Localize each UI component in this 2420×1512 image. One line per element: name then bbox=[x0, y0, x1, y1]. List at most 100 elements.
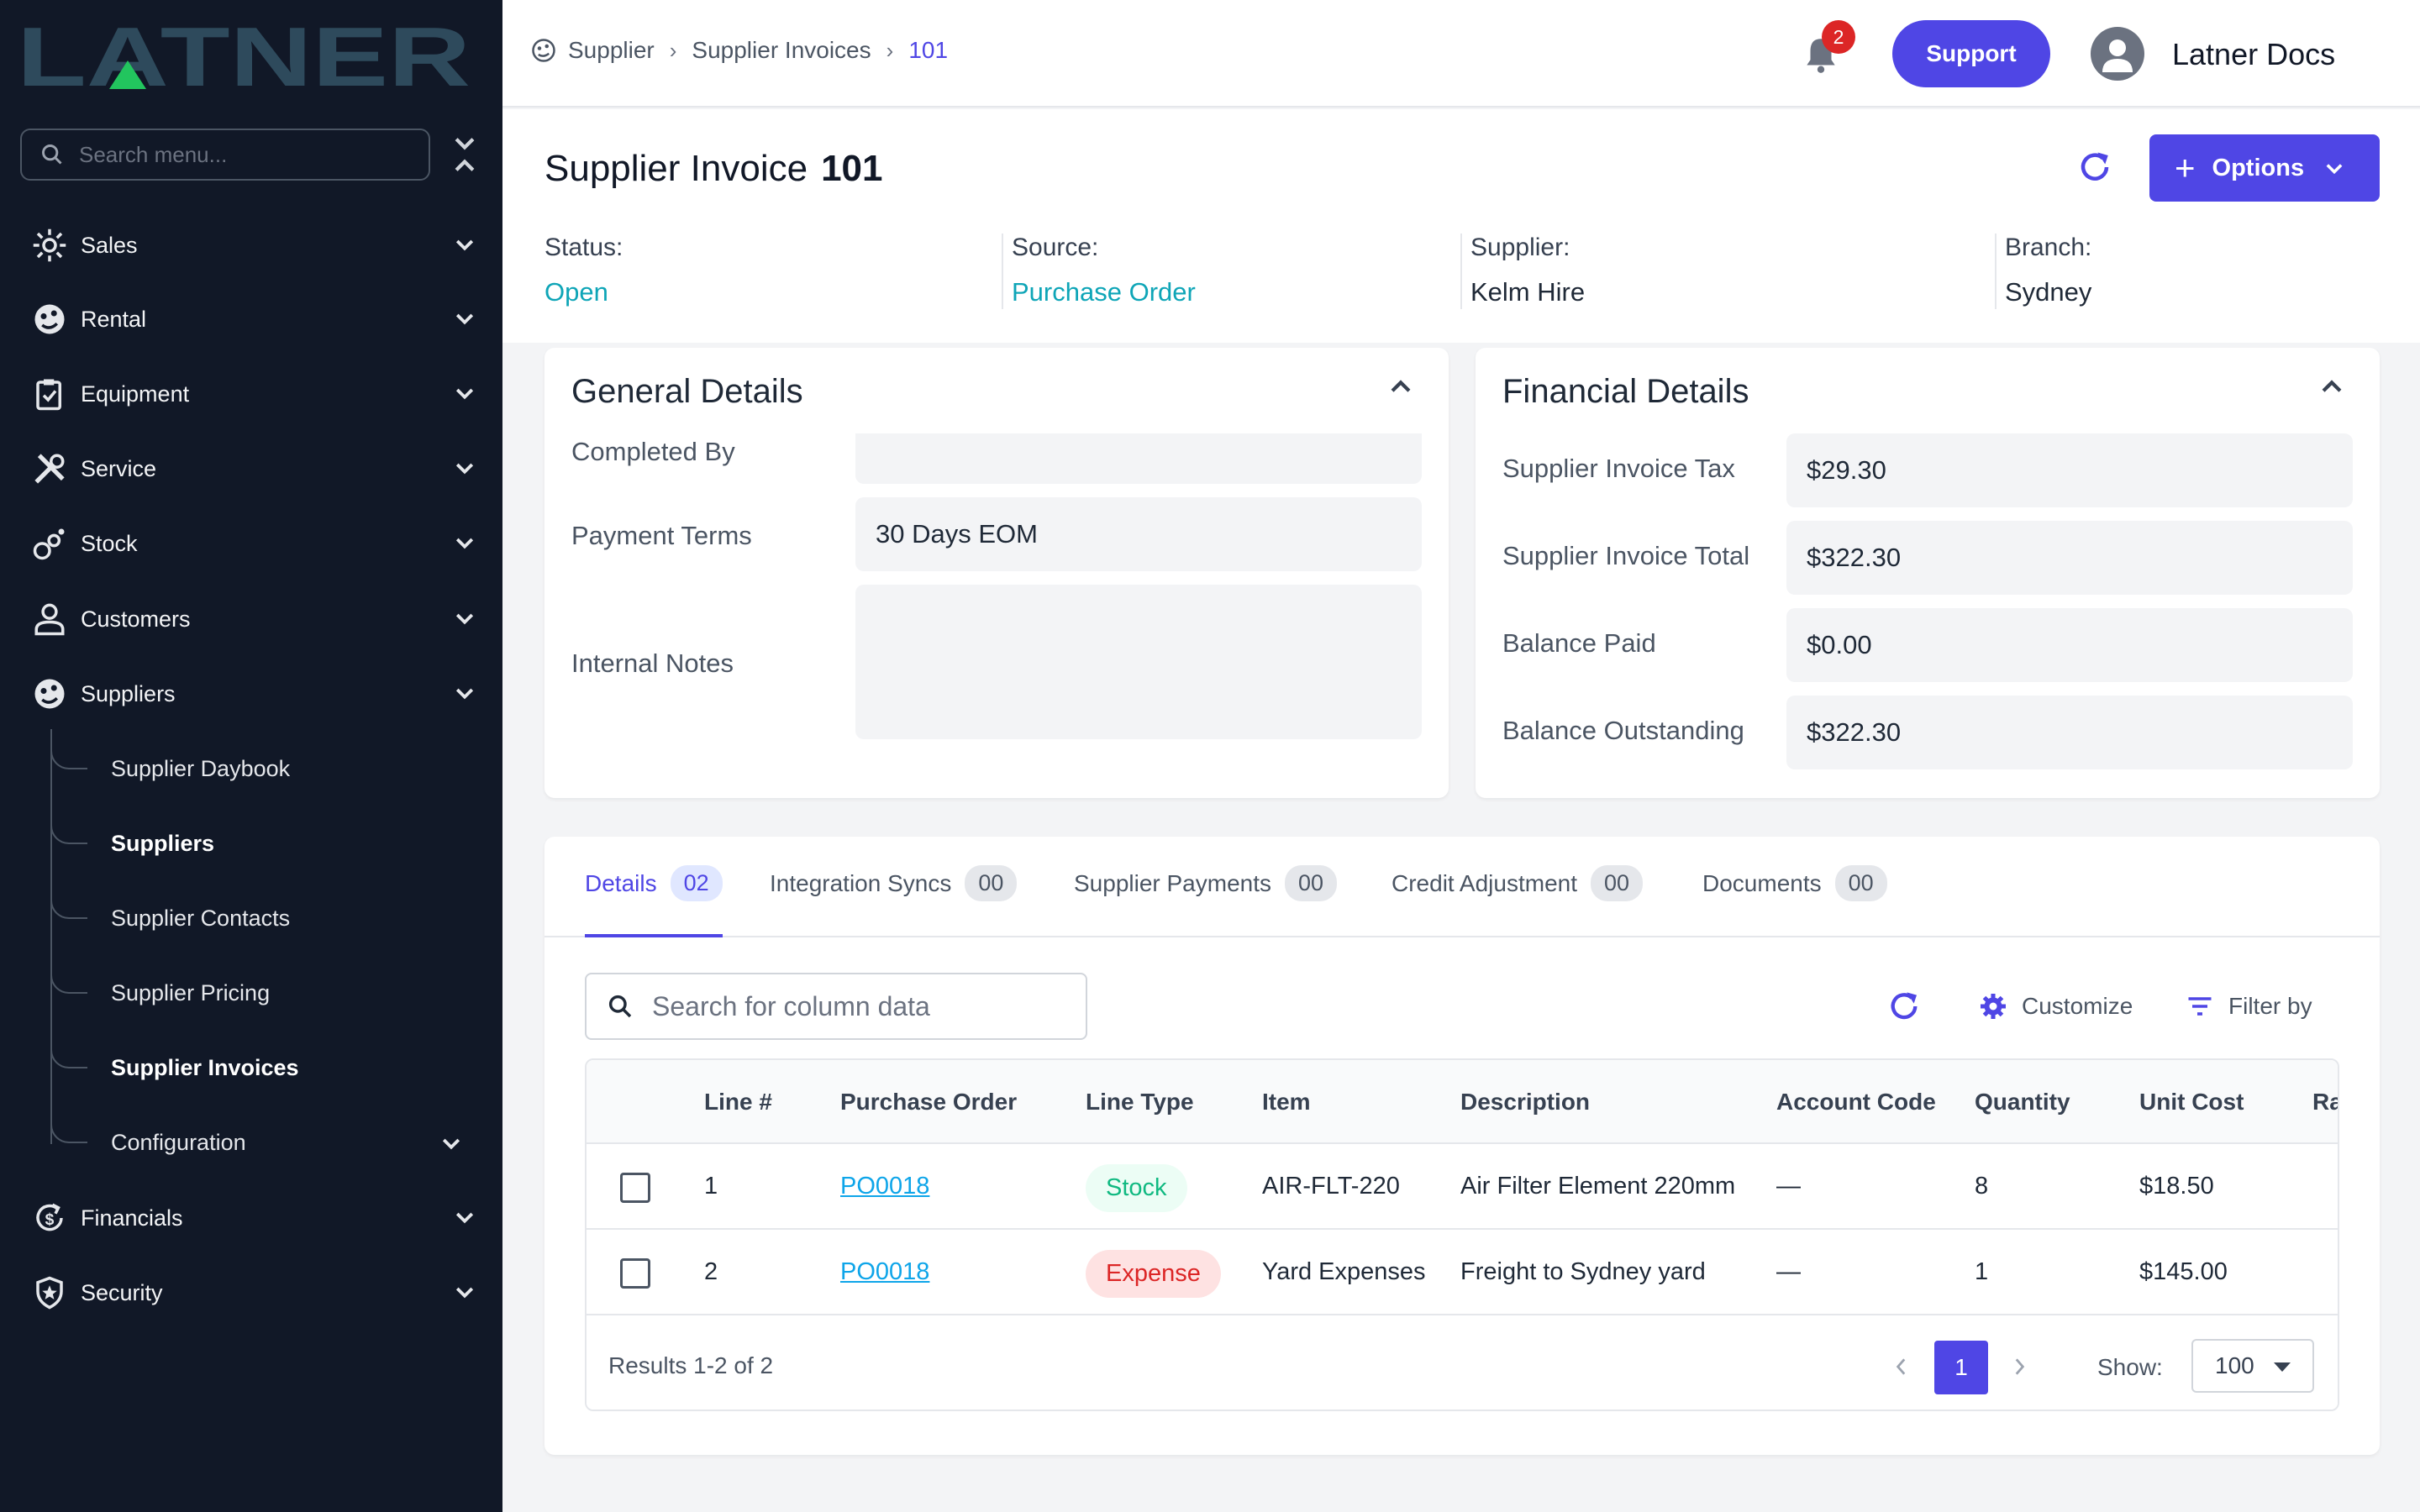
sidebar-item-label: Service bbox=[81, 455, 157, 481]
chevron-down-icon bbox=[455, 1287, 474, 1299]
tab-integration-syncs[interactable]: Integration Syncs 00 bbox=[770, 865, 1018, 937]
purchase-order-link[interactable]: PO0018 bbox=[840, 1258, 929, 1285]
source-field: Source: Purchase Order bbox=[1002, 234, 1196, 309]
customize-button[interactable]: Customize bbox=[1978, 990, 2133, 1023]
sidebar-item-service[interactable]: Service bbox=[0, 435, 502, 502]
sidebar-item-security[interactable]: Security bbox=[0, 1259, 502, 1326]
status-value: Open bbox=[544, 277, 608, 307]
page-button[interactable]: 1 bbox=[1934, 1341, 1988, 1394]
column-header[interactable]: Account Code bbox=[1776, 1089, 1936, 1116]
refresh-icon[interactable] bbox=[1887, 990, 1921, 1023]
support-button[interactable]: Support bbox=[1892, 20, 2050, 87]
sidebar-subitem-supplier-daybook[interactable]: Supplier Daybook bbox=[50, 736, 487, 803]
filter-button[interactable]: Filter by bbox=[2185, 990, 2312, 1023]
chevron-up-icon[interactable] bbox=[2317, 373, 2346, 402]
tab-details[interactable]: Details 02 bbox=[585, 865, 723, 937]
filter-icon bbox=[2188, 997, 2212, 1016]
internal-notes-field[interactable] bbox=[855, 585, 1422, 739]
sidebar-item-label: Sales bbox=[81, 232, 138, 258]
row-checkbox[interactable] bbox=[620, 1173, 650, 1203]
supplier-icon bbox=[532, 39, 555, 62]
sidebar-item-rental[interactable]: Rental bbox=[0, 286, 502, 353]
chevron-down-icon bbox=[455, 313, 474, 325]
table-search-input[interactable] bbox=[652, 990, 1072, 1022]
balance-paid-field[interactable]: $0.00 bbox=[1786, 608, 2353, 682]
sidebar-item-customers[interactable]: Customers bbox=[0, 585, 502, 653]
sidebar-search[interactable] bbox=[20, 129, 430, 181]
tree-branch bbox=[50, 885, 87, 919]
table-row[interactable]: 2 PO0018 Expense Yard Expenses Freight t… bbox=[587, 1230, 2338, 1315]
payment-terms-field[interactable]: 30 Days EOM bbox=[855, 497, 1422, 571]
sidebar-search-input[interactable] bbox=[79, 141, 398, 168]
sidebar-item-label: Rental bbox=[81, 306, 147, 332]
refresh-icon[interactable] bbox=[2077, 150, 2112, 185]
collapse-menu-icon[interactable] bbox=[450, 134, 479, 175]
financials-icon: $ bbox=[36, 1203, 63, 1231]
page-size-label: Show: bbox=[2097, 1354, 2163, 1380]
column-header[interactable]: Description bbox=[1460, 1089, 1590, 1116]
chevron-right-icon: › bbox=[886, 37, 894, 63]
balance-outstanding-label: Balance Outstanding bbox=[1502, 716, 1744, 745]
sidebar-subitem-suppliers[interactable]: Suppliers bbox=[50, 811, 487, 878]
column-header[interactable]: Line # bbox=[704, 1089, 772, 1116]
tab-bar: Details 02 Integration Syncs 00 Supplier… bbox=[544, 837, 2380, 937]
sidebar-item-suppliers[interactable]: Suppliers bbox=[0, 660, 502, 727]
tools-icon bbox=[34, 454, 65, 484]
chevron-left-icon[interactable] bbox=[1891, 1356, 1912, 1378]
supplier-invoice-tax-field[interactable]: $29.30 bbox=[1786, 433, 2353, 507]
chevron-down-icon bbox=[455, 1212, 474, 1224]
sidebar-item-stock[interactable]: Stock bbox=[0, 510, 502, 577]
tab-count: 02 bbox=[670, 865, 723, 901]
sidebar-subitem-supplier-invoices[interactable]: Supplier Invoices bbox=[50, 1035, 487, 1102]
branch-field: Branch: Sydney bbox=[1995, 234, 2091, 309]
chevron-right-icon[interactable] bbox=[2008, 1356, 2030, 1378]
avatar[interactable] bbox=[2091, 27, 2144, 81]
sidebar-item-label: Stock bbox=[81, 530, 138, 556]
sidebar-subitem-supplier-contacts[interactable]: Supplier Contacts bbox=[50, 885, 487, 953]
row-checkbox[interactable] bbox=[620, 1258, 650, 1289]
chevron-up-icon[interactable] bbox=[1386, 373, 1415, 402]
breadcrumb-supplier-invoices[interactable]: Supplier Invoices bbox=[692, 37, 871, 64]
breadcrumb-current: 101 bbox=[908, 37, 949, 63]
tab-label: Details bbox=[585, 870, 657, 896]
cell-description: Air Filter Element 220mm bbox=[1460, 1173, 1736, 1200]
line-items-table: Line # Purchase Order Line Type Item Des… bbox=[585, 1058, 2339, 1411]
column-header[interactable]: Quantity bbox=[1975, 1089, 2070, 1116]
breadcrumb-supplier[interactable]: Supplier bbox=[568, 37, 655, 64]
user-name[interactable]: Latner Docs bbox=[2172, 37, 2335, 72]
invoice-header: Supplier Invoice 101 + Options Status: Op… bbox=[502, 109, 2420, 343]
source-value[interactable]: Purchase Order bbox=[1012, 277, 1196, 307]
table-header-row: Line # Purchase Order Line Type Item Des… bbox=[587, 1060, 2338, 1144]
supplier-invoice-total-field[interactable]: $322.30 bbox=[1786, 521, 2353, 595]
sidebar: LATNER Sales Rental Equipment Service St… bbox=[0, 0, 502, 1512]
sidebar-subitem-configuration[interactable]: Configuration bbox=[50, 1110, 487, 1177]
table-search[interactable] bbox=[585, 973, 1087, 1040]
table-footer: Results 1-2 of 2 1 Show: 100 bbox=[587, 1317, 2338, 1410]
sidebar-item-sales[interactable]: Sales bbox=[0, 212, 502, 279]
column-header[interactable]: Item bbox=[1262, 1089, 1311, 1116]
plus-icon: + bbox=[2175, 148, 2196, 187]
sidebar-item-label: Suppliers bbox=[81, 680, 176, 706]
latner-logo[interactable]: LATNER bbox=[17, 18, 471, 94]
tab-supplier-payments[interactable]: Supplier Payments 00 bbox=[1074, 865, 1338, 937]
balance-outstanding-field[interactable]: $322.30 bbox=[1786, 696, 2353, 769]
column-header[interactable]: Ra bbox=[2312, 1089, 2338, 1116]
sidebar-subitem-label: Configuration bbox=[111, 1130, 246, 1155]
sidebar-item-financials[interactable]: $ Financials bbox=[0, 1184, 502, 1252]
column-header[interactable]: Unit Cost bbox=[2139, 1089, 2244, 1116]
page-size-select[interactable]: 100 bbox=[2191, 1339, 2314, 1393]
completed-by-field[interactable] bbox=[855, 433, 1422, 484]
options-label: Options bbox=[2212, 154, 2305, 181]
sidebar-subitem-supplier-pricing[interactable]: Supplier Pricing bbox=[50, 960, 487, 1027]
options-button[interactable]: + Options bbox=[2149, 134, 2380, 202]
column-header[interactable]: Purchase Order bbox=[840, 1089, 1017, 1116]
sidebar-item-equipment[interactable]: Equipment bbox=[0, 360, 502, 428]
purchase-order-link[interactable]: PO0018 bbox=[840, 1173, 929, 1200]
chevron-down-icon bbox=[455, 463, 474, 475]
completed-by-label: Completed By bbox=[571, 437, 735, 466]
tab-credit-adjustment[interactable]: Credit Adjustment 00 bbox=[1392, 865, 1644, 937]
table-row[interactable]: 1 PO0018 Stock AIR-FLT-220 Air Filter El… bbox=[587, 1144, 2338, 1230]
tab-documents[interactable]: Documents 00 bbox=[1702, 865, 1887, 937]
column-header[interactable]: Line Type bbox=[1086, 1089, 1194, 1116]
sidebar-item-label: Security bbox=[81, 1279, 163, 1305]
